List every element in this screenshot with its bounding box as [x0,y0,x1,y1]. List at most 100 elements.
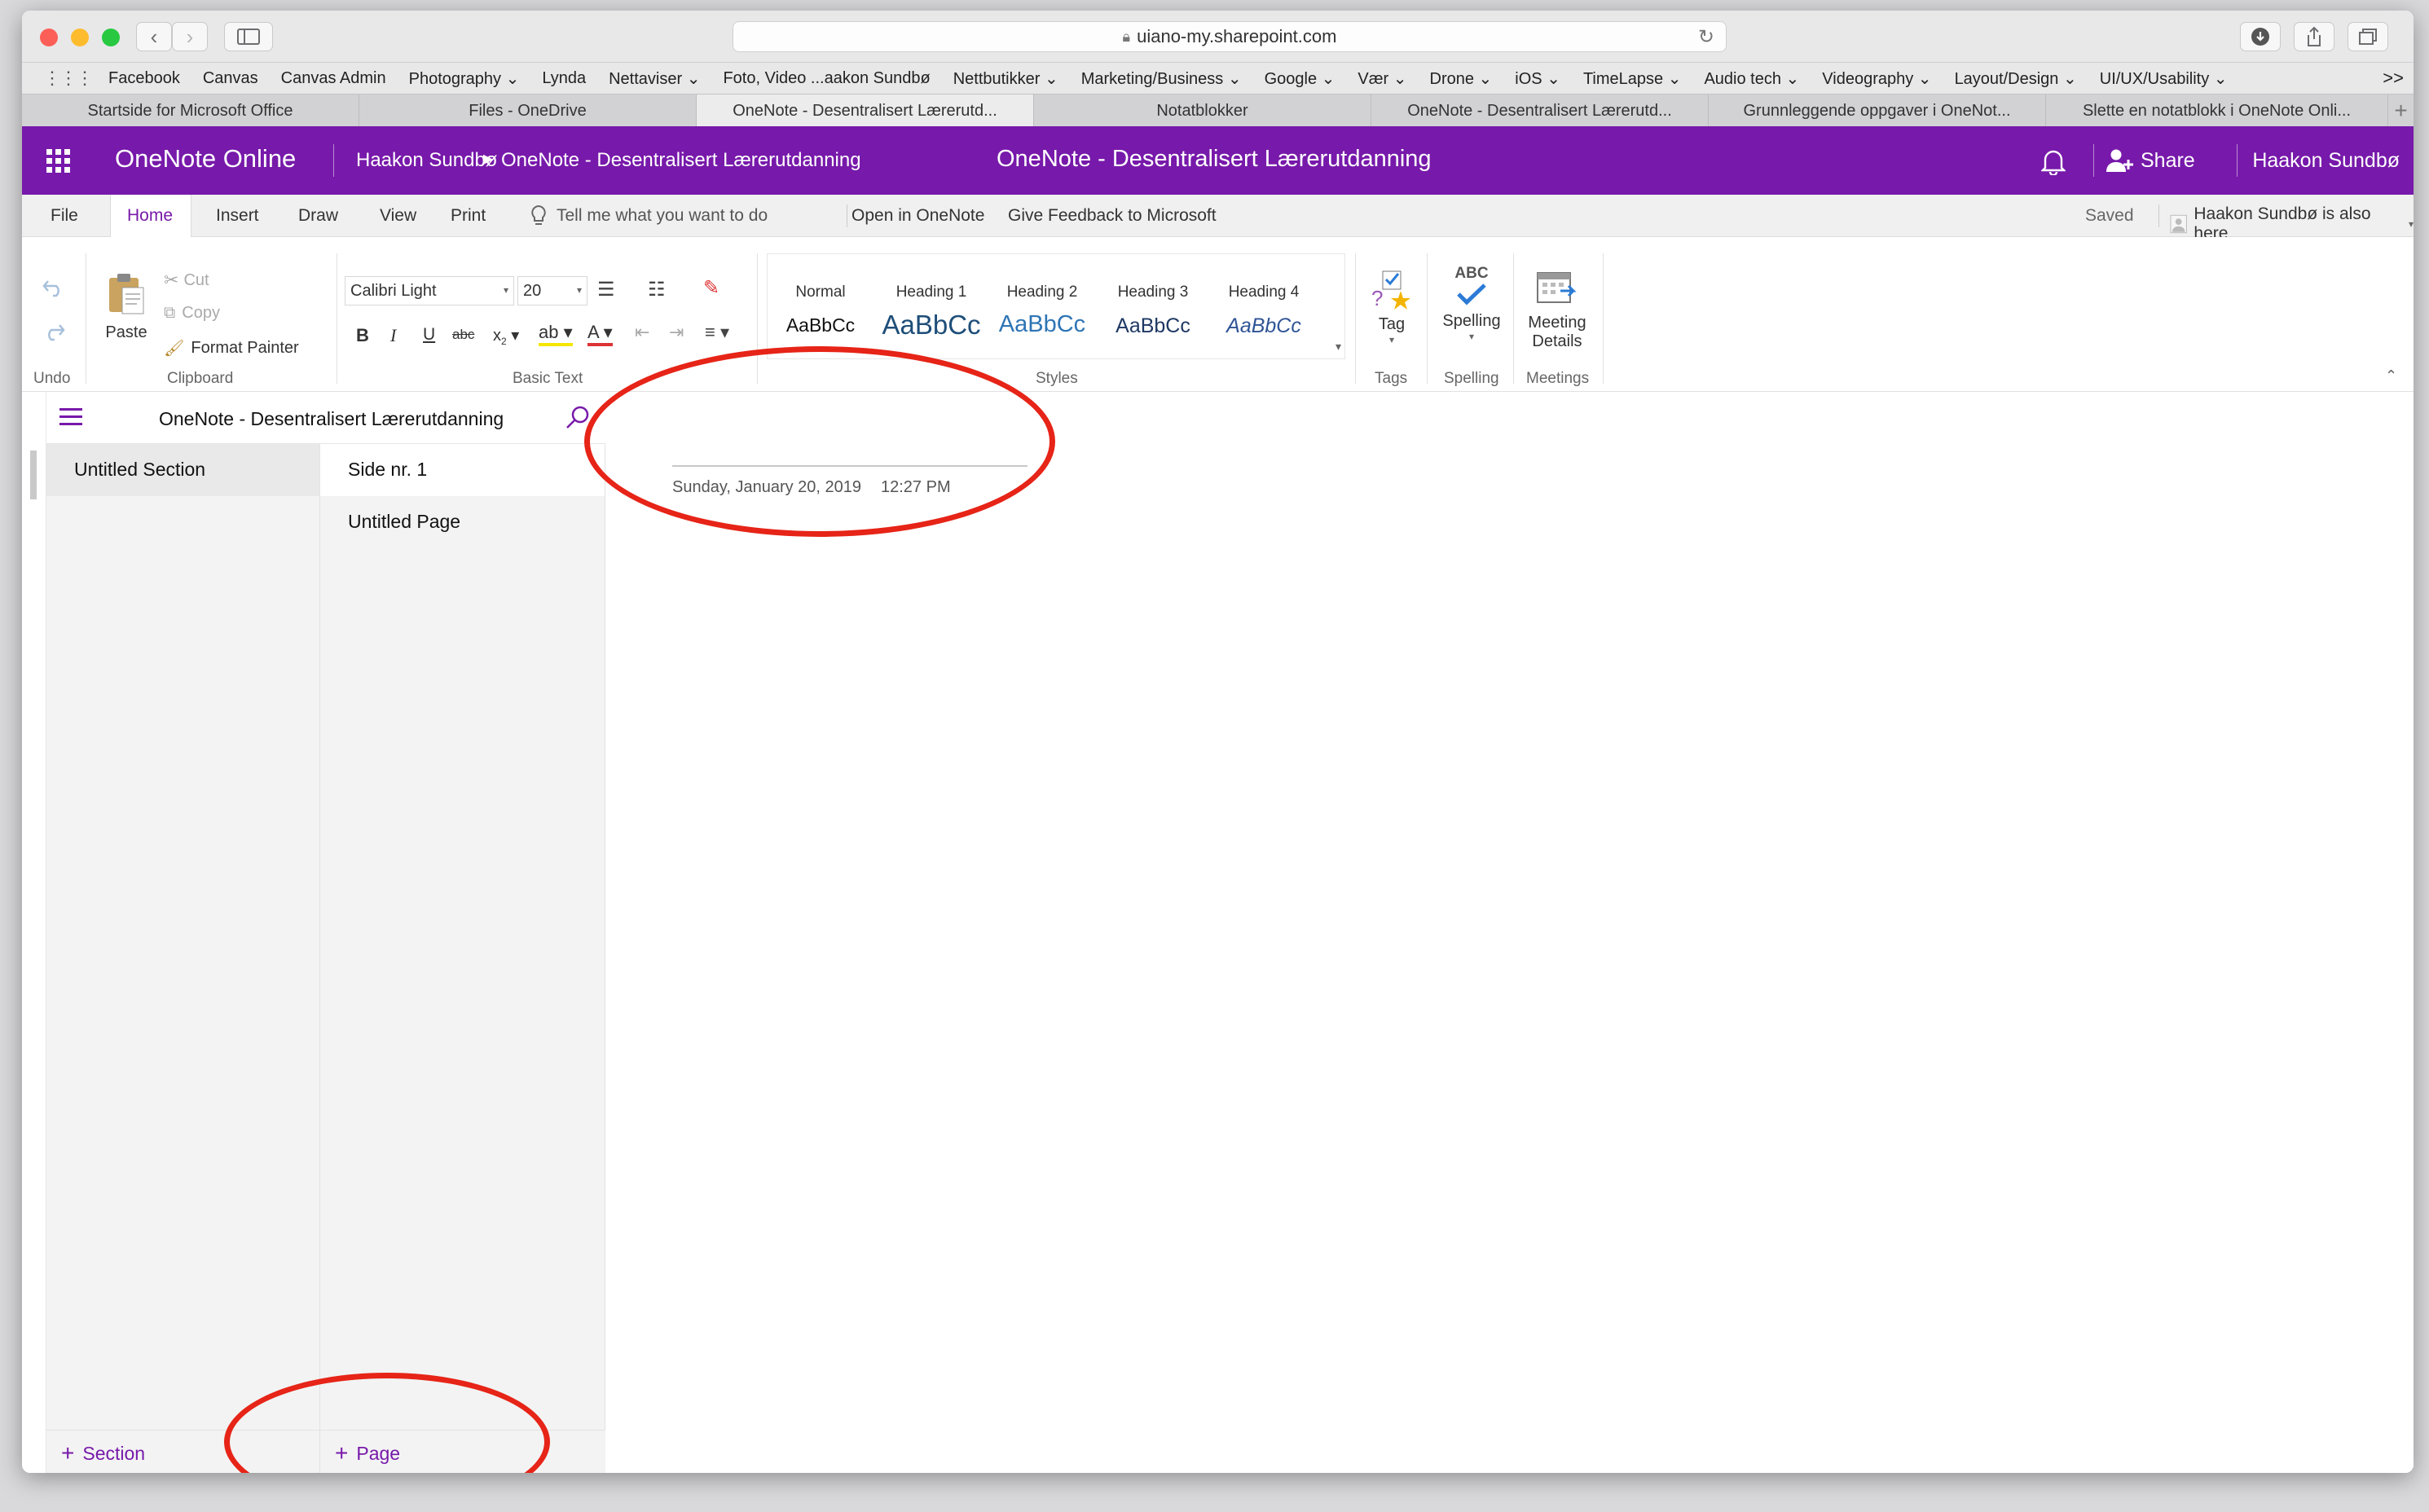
tell-me-search[interactable]: Tell me what you want to do [530,203,768,229]
browser-tab[interactable]: Slette en notatblokk i OneNote Onli... [2046,94,2388,127]
tab-view[interactable]: View [380,206,416,226]
style-heading-4[interactable]: Heading 4 AaBbCc [1211,284,1317,338]
notifications-bell-icon[interactable] [2041,147,2066,175]
decrease-indent-icon[interactable]: ⇤ [635,322,649,343]
align-icon[interactable]: ≡ ▾ [705,322,729,343]
style-heading-1[interactable]: Heading 1 AaBbCc [878,284,984,341]
tab-file[interactable]: File [51,206,78,226]
clear-formatting-icon[interactable]: ✎ [703,276,719,300]
favorite-item[interactable]: Google ⌄ [1265,68,1336,89]
paste-button[interactable]: Paste [100,271,152,345]
italic-button[interactable]: I [390,325,396,346]
tab-draw[interactable]: Draw [298,206,338,226]
chevron-right-icon: › [186,24,194,49]
page-canvas[interactable]: Sunday, January 20, 2019 12:27 PM [605,392,2414,1473]
minimize-window-button[interactable] [71,29,89,46]
page-item-selected[interactable]: Side nr. 1 [320,444,605,496]
lightbulb-icon [531,204,546,225]
favorite-item[interactable]: Marketing/Business ⌄ [1081,68,1242,89]
address-bar[interactable]: 🔒︎ uiano-my.sharepoint.com ↻ [733,21,1727,52]
favorite-item[interactable]: Facebook [108,69,180,88]
browser-tab[interactable]: Files - OneDrive [359,94,697,127]
increase-indent-icon[interactable]: ⇥ [669,322,684,343]
spelling-button[interactable]: ABC Spelling ▾ [1435,265,1508,342]
tab-insert[interactable]: Insert [216,206,259,226]
notebook-name[interactable]: OneNote - Desentralisert Lærerutdanning [159,408,504,430]
favorite-item[interactable]: Canvas Admin [281,69,386,88]
meeting-details-button[interactable]: Meeting Details [1518,268,1596,351]
page-item[interactable]: Untitled Page [320,496,605,548]
style-normal[interactable]: Normal AaBbCc [768,284,873,336]
sidebar-toggle-button[interactable] [224,22,273,51]
user-account-menu[interactable]: Haakon Sundbø [2245,126,2400,195]
browser-tab[interactable]: Notatblokker [1034,94,1371,127]
collapse-ribbon-icon[interactable]: ⌃ [2385,367,2397,385]
app-launcher-icon[interactable] [46,149,71,174]
favorite-item[interactable]: UI/UX/Usability ⌄ [2100,68,2228,89]
favorite-item[interactable]: Audio tech ⌄ [1704,68,1799,89]
favorite-item[interactable]: Nettaviser ⌄ [609,68,700,89]
favorite-item[interactable]: Videography ⌄ [1822,68,1931,89]
style-sample: AaBbCc [1115,314,1190,337]
grid-icon[interactable]: ⋮⋮⋮ [43,68,94,89]
browser-tab[interactable]: OneNote - Desentralisert Lærerutd... [1371,94,1709,127]
downloads-button[interactable] [2240,22,2281,51]
tag-button[interactable]: ? Tag ▾ [1363,270,1420,345]
ribbon-tab-bar: File Home Insert Draw View Print Tell me… [22,195,2414,243]
breadcrumb-notebook[interactable]: OneNote - Desentralisert Lærerutdanning [501,149,861,172]
cut-button[interactable]: ✂ Cut [164,270,209,291]
tab-home[interactable]: Home [110,195,191,237]
favorite-item[interactable]: Lynda [542,69,586,88]
browser-tab[interactable]: Startside for Microsoft Office [22,94,359,127]
open-in-onenote-button[interactable]: Open in OneNote [851,206,984,226]
redo-icon[interactable] [42,322,66,341]
copy-button[interactable]: ⧉ Copy [164,304,220,323]
undo-icon[interactable] [42,278,66,297]
favorites-overflow-button[interactable]: >> [2383,68,2404,89]
styles-gallery: Normal AaBbCc Heading 1 AaBbCc Heading 2… [767,253,1345,359]
font-family-select[interactable]: Calibri Light ▾ [345,276,514,305]
breadcrumb-user[interactable]: Haakon Sundbø [333,126,497,195]
favorite-item[interactable]: Canvas [203,69,258,88]
favorite-item[interactable]: Photography ⌄ [409,68,520,89]
font-color-button[interactable]: A ▾ [587,322,613,346]
highlight-color-button[interactable]: ab ▾ [539,322,573,346]
favorite-item[interactable]: Drone ⌄ [1430,68,1493,89]
bold-button[interactable]: B [356,325,369,346]
new-tab-button[interactable]: + [2388,94,2414,126]
underline-button[interactable]: U [423,325,435,345]
add-section-label: Section [82,1442,146,1464]
favorite-item[interactable]: Layout/Design ⌄ [1955,68,2077,89]
subscript-button[interactable]: x2 ▾ [493,325,519,347]
back-button[interactable]: ‹ [136,22,172,51]
favorite-item[interactable]: iOS ⌄ [1515,68,1560,89]
share-button[interactable]: Share [2106,146,2195,175]
favorite-item[interactable]: Nettbutikker ⌄ [953,68,1058,89]
forward-button[interactable]: › [172,22,208,51]
font-size-select[interactable]: 20 ▾ [517,276,587,305]
tab-overview-button[interactable] [2348,22,2388,51]
format-painter-button[interactable]: 🖌︎ Format Painter [164,338,299,358]
chevron-left-icon: ‹ [150,24,158,49]
favorite-item[interactable]: TimeLapse ⌄ [1583,68,1682,89]
style-heading-3[interactable]: Heading 3 AaBbCc [1100,284,1206,338]
tab-print[interactable]: Print [451,206,486,226]
browser-tab-active[interactable]: OneNote - Desentralisert Lærerutd... [697,94,1034,127]
zoom-window-button[interactable] [102,29,120,46]
section-item[interactable]: Untitled Section [46,444,319,496]
give-feedback-button[interactable]: Give Feedback to Microsoft [1008,206,1217,226]
share-page-button[interactable] [2294,22,2334,51]
style-heading-2[interactable]: Heading 2 AaBbCc [989,284,1095,338]
bullets-icon[interactable]: ☰ [597,278,615,301]
numbering-icon[interactable]: ☷ [648,278,666,301]
reload-icon[interactable]: ↻ [1698,25,1714,49]
add-section-button[interactable]: + Section [61,1440,145,1466]
favorite-item[interactable]: Foto, Video ...aakon Sundbø [723,69,930,88]
strikethrough-button[interactable]: abc [452,327,474,343]
styles-more-icon[interactable]: ▾ [1336,340,1341,354]
browser-tab[interactable]: Grunnleggende oppgaver i OneNot... [1709,94,2046,127]
app-name[interactable]: OneNote Online [115,144,296,174]
close-window-button[interactable] [40,29,58,46]
hamburger-menu-icon[interactable] [59,408,82,426]
favorite-item[interactable]: Vær ⌄ [1358,68,1406,89]
